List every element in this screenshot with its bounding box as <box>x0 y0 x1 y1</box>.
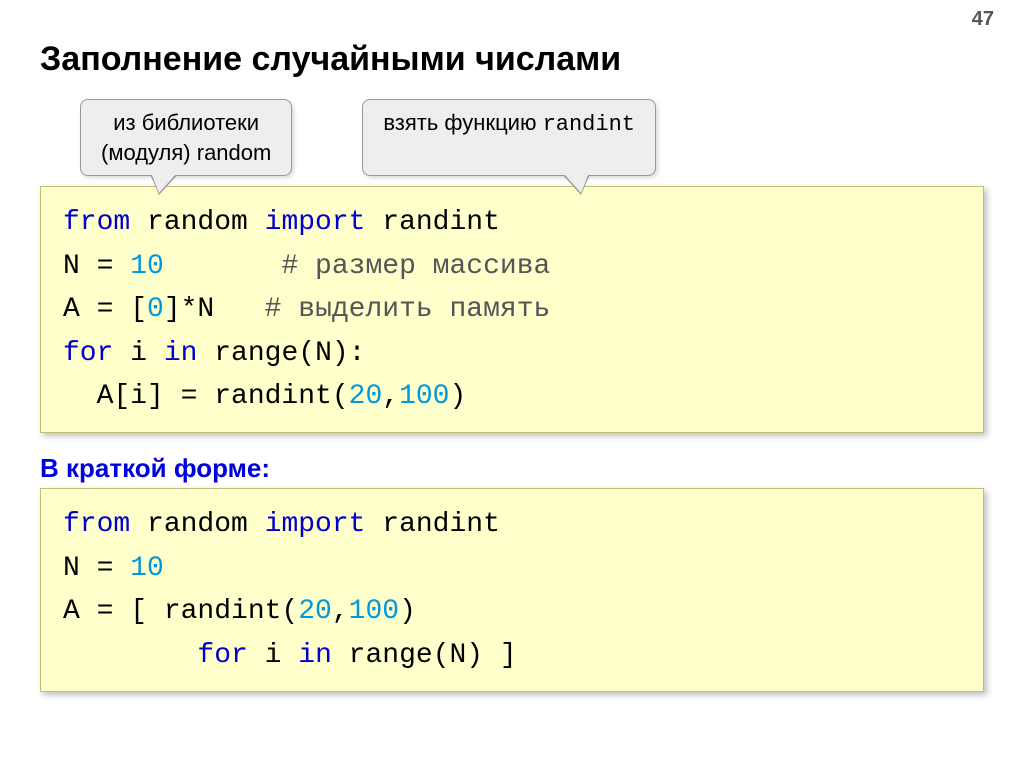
code-block-full: from random import randint N = 10 # разм… <box>40 186 984 433</box>
code-keyword: from <box>63 207 130 238</box>
code-text <box>164 251 282 282</box>
code-text <box>63 640 197 671</box>
callout-library: из библиотеки (модуля) random <box>80 99 292 176</box>
code-comment: # выделить память <box>265 294 551 325</box>
code-text: random <box>130 509 264 540</box>
code-keyword: from <box>63 509 130 540</box>
code-text: , <box>382 381 399 412</box>
code-text: A = [ <box>63 294 147 325</box>
code-text: N = <box>63 251 130 282</box>
code-text: randint <box>365 509 499 540</box>
callout-function: взять функцию randint <box>362 99 656 176</box>
code-keyword: for <box>197 640 247 671</box>
callout-function-mono: randint <box>543 112 635 137</box>
code-text: ]*N <box>164 294 265 325</box>
code-text: N = <box>63 553 130 584</box>
code-number: 100 <box>349 596 399 627</box>
code-keyword: in <box>298 640 332 671</box>
code-number: 100 <box>399 381 449 412</box>
code-block-short: from random import randint N = 10 A = [ … <box>40 488 984 692</box>
code-keyword: import <box>265 509 366 540</box>
code-text: ) <box>450 381 467 412</box>
page-title: Заполнение случайными числами <box>40 40 984 79</box>
code-keyword: for <box>63 338 113 369</box>
code-text: range(N): <box>197 338 365 369</box>
code-number: 20 <box>298 596 332 627</box>
code-keyword: in <box>164 338 198 369</box>
code-text: randint <box>365 207 499 238</box>
callout-library-line1: из библиотеки <box>113 110 259 135</box>
callouts-row: из библиотеки (модуля) random взять функ… <box>80 99 984 176</box>
code-text: random <box>130 207 264 238</box>
code-number: 10 <box>130 553 164 584</box>
code-number: 20 <box>349 381 383 412</box>
code-number: 0 <box>147 294 164 325</box>
code-number: 10 <box>130 251 164 282</box>
code-text: A[i] = randint( <box>63 381 349 412</box>
callout-function-prefix: взять функцию <box>383 110 542 135</box>
code-keyword: import <box>265 207 366 238</box>
code-text: range(N) ] <box>332 640 517 671</box>
callout-library-line2: (модуля) random <box>101 140 271 165</box>
code-text: ) <box>399 596 416 627</box>
code-text: i <box>248 640 298 671</box>
subtitle: В краткой форме: <box>40 453 984 484</box>
code-text: i <box>113 338 163 369</box>
page-number: 47 <box>972 8 994 31</box>
code-text: A = [ randint( <box>63 596 298 627</box>
code-text: , <box>332 596 349 627</box>
code-comment: # размер массива <box>281 251 550 282</box>
